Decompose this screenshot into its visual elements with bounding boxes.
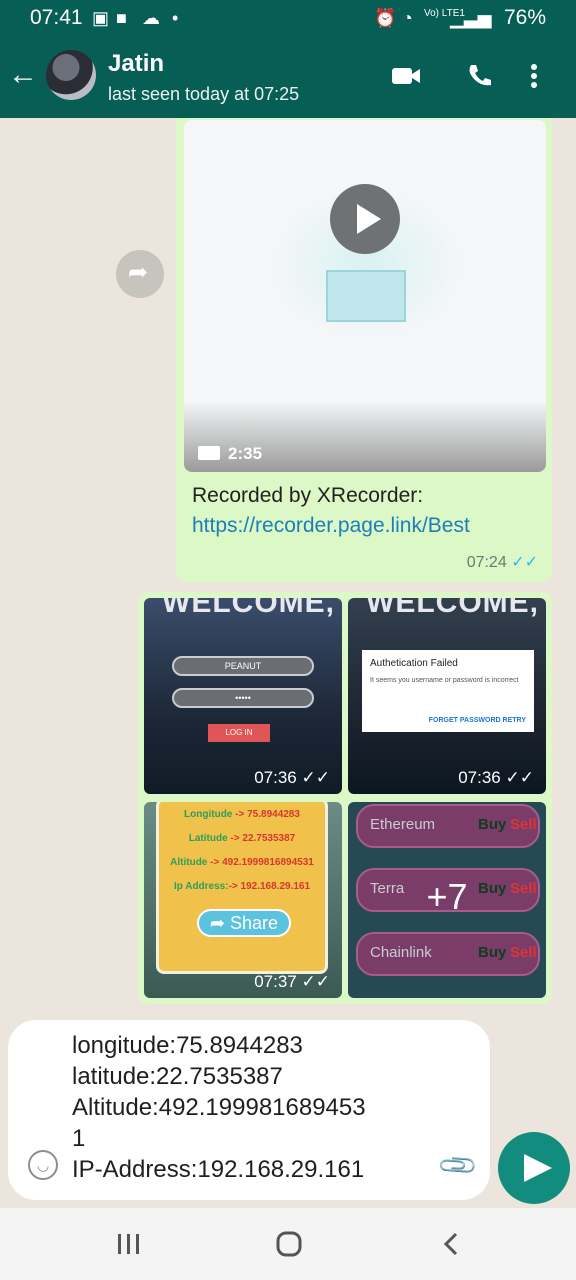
send-button[interactable] — [498, 1132, 570, 1204]
dialog-title: Authetication Failed — [370, 658, 458, 669]
card-value: -> 492.1999816894531 — [207, 857, 314, 868]
location-card: Longitude -> 75.8944283 Latitude -> 22.7… — [156, 802, 328, 974]
tile-username-field: PEANUT — [172, 656, 314, 676]
message-time: 07:24 — [466, 554, 507, 571]
coin-name: Ethereum — [370, 816, 436, 833]
video-icon: ■ — [116, 8, 127, 28]
tile-time-text: 07:37 — [254, 972, 297, 991]
thumbnail-box-illustration — [326, 270, 406, 322]
more-options-icon[interactable] — [526, 62, 542, 90]
album-image-crypto-more[interactable]: Ethereum Buy Sell Terra Buy Sell Chainlink Bu… — [348, 802, 546, 998]
message-meta: 07:24 ✓✓ — [467, 552, 538, 572]
video-thumbnail[interactable]: 2:35 — [184, 120, 546, 472]
album-image-auth-failed[interactable]: WELCOME, Authetication Failed It seems y… — [348, 598, 546, 794]
coin-sell: Sell — [510, 816, 537, 833]
back-nav-icon[interactable] — [436, 1230, 466, 1258]
video-duration: 2:35 — [198, 444, 262, 464]
card-row-altitude: Altitude -> 492.1999816894531 — [159, 857, 325, 868]
media-album-bubble[interactable]: WELCOME, PEANUT ••••• LOG IN 07:36 ✓✓ WE… — [138, 592, 552, 1004]
tile-welcome-text: WELCOME, — [162, 598, 335, 619]
forward-icon[interactable] — [116, 250, 164, 298]
dialog-actions: FORGET PASSWORD RETRY — [428, 717, 526, 724]
card-value: -> 192.168.29.161 — [228, 881, 311, 892]
card-value: -> 22.7535387 — [227, 833, 296, 844]
card-key: Altitude — [170, 857, 208, 868]
share-label: Share — [230, 913, 279, 933]
coin-buy: Buy — [478, 944, 507, 961]
card-key: Ip Address: — [173, 881, 229, 892]
avatar[interactable] — [46, 50, 96, 100]
voice-call-icon[interactable] — [464, 62, 496, 90]
video-caption: Recorded by XRecorder: — [192, 484, 424, 507]
last-seen: last seen today at 07:25 — [108, 84, 300, 104]
gallery-icon: ▣ — [92, 8, 110, 28]
emoji-icon[interactable] — [28, 1150, 58, 1180]
tile-login-button: LOG IN — [208, 724, 270, 742]
video-message-bubble[interactable]: 2:35 Recorded by XRecorder: https://reco… — [176, 118, 552, 582]
back-arrow-icon[interactable]: ← — [8, 60, 38, 90]
card-key: Longitude — [184, 809, 233, 820]
card-row-longitude: Longitude -> 75.8944283 — [159, 809, 325, 820]
tile-time: 07:37 ✓✓ — [254, 972, 330, 992]
coin-buy: Buy — [478, 816, 507, 833]
read-receipt-icon: ✓✓ — [505, 768, 535, 787]
share-icon: ➦ — [209, 913, 226, 933]
wifi-icon: ◔ — [402, 8, 413, 28]
more-media-count[interactable]: +7 — [348, 876, 546, 918]
recent-apps-icon[interactable] — [114, 1230, 144, 1258]
album-image-location-card[interactable]: Longitude -> 75.8944283 Latitude -> 22.7… — [144, 802, 342, 998]
tile-welcome-text: WELCOME, — [366, 598, 539, 619]
dialog-message: It seems you username or password is inc… — [370, 677, 519, 684]
system-navbar — [0, 1208, 576, 1280]
signal-icon: ▁▃▅ — [450, 8, 492, 28]
card-share-button: ➦ Share — [197, 909, 291, 937]
card-row-ip: Ip Address:-> 192.168.29.161 — [159, 881, 325, 892]
status-bar: 07:41 ▣ ■ ☁ • ⏰ ◔ Vo) LTE1 ▁▃▅ 76% — [0, 0, 576, 36]
app-header: 07:41 ▣ ■ ☁ • ⏰ ◔ Vo) LTE1 ▁▃▅ 76% ← Jat… — [0, 0, 576, 118]
card-row-latitude: Latitude -> 22.7535387 — [159, 833, 325, 844]
read-receipt-icon: ✓✓ — [301, 768, 331, 787]
read-receipt-icon: ✓✓ — [301, 972, 331, 991]
tile-time: 07:36 ✓✓ — [254, 768, 330, 788]
tile-error-dialog: Authetication Failed It seems you userna… — [362, 650, 534, 732]
dot-icon: • — [172, 8, 179, 28]
read-receipt-icon: ✓✓ — [511, 554, 538, 571]
status-time: 07:41 — [30, 6, 83, 29]
tile-time-text: 07:36 — [254, 768, 297, 787]
coin-name: Chainlink — [370, 944, 432, 961]
message-input[interactable]: longitude:75.8944283 latitude:22.7535387… — [72, 1030, 432, 1185]
tile-password-field: ••••• — [172, 688, 314, 708]
cloud-icon: ☁ — [142, 8, 160, 28]
contact-name[interactable]: Jatin — [108, 50, 164, 78]
message-composer[interactable]: longitude:75.8944283 latitude:22.7535387… — [8, 1020, 490, 1200]
album-image-login[interactable]: WELCOME, PEANUT ••••• LOG IN 07:36 ✓✓ — [144, 598, 342, 794]
video-duration-text: 2:35 — [228, 444, 263, 463]
play-button-icon[interactable] — [330, 184, 400, 254]
home-icon[interactable] — [274, 1230, 304, 1258]
alarm-icon: ⏰ — [374, 8, 397, 28]
battery-level: 76% — [503, 6, 546, 29]
card-value: -> 75.8944283 — [232, 809, 300, 820]
video-camera-icon — [198, 446, 220, 460]
attach-icon[interactable]: 📎 — [436, 1143, 481, 1188]
coin-row: Ethereum Buy Sell — [356, 804, 540, 848]
video-caption-link[interactable]: https://recorder.page.link/Best — [192, 514, 470, 538]
tile-time: 07:36 ✓✓ — [458, 768, 534, 788]
coin-sell: Sell — [510, 944, 537, 961]
tile-time-text: 07:36 — [458, 768, 501, 787]
video-call-icon[interactable] — [390, 62, 422, 90]
coin-row: Chainlink Buy Sell — [356, 932, 540, 976]
card-key: Latitude — [188, 833, 228, 844]
